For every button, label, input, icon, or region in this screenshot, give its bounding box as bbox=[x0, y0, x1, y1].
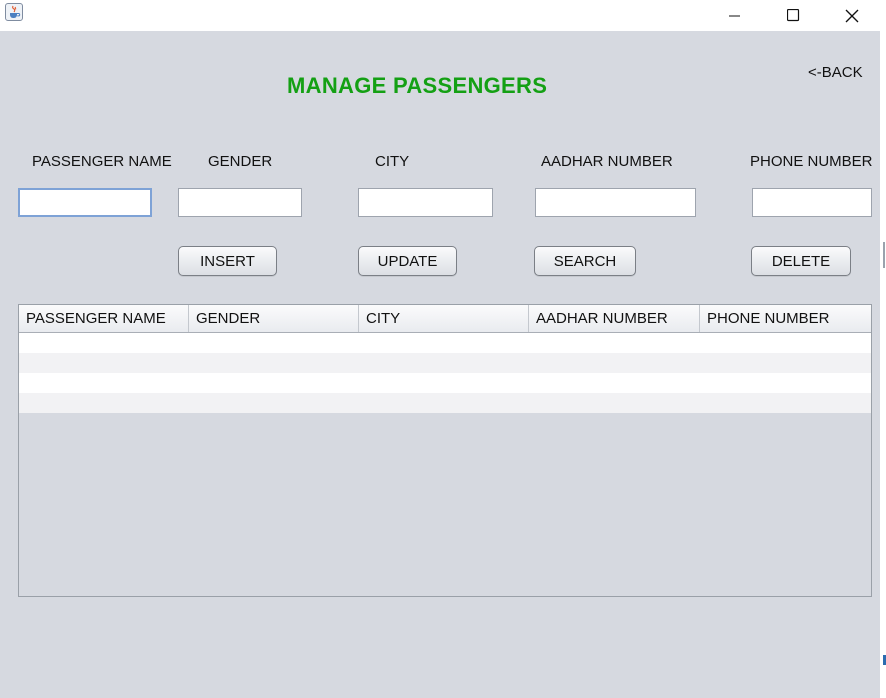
table-cell[interactable] bbox=[359, 333, 529, 353]
window-edge bbox=[880, 31, 886, 698]
table-cell[interactable] bbox=[700, 333, 871, 353]
close-button[interactable] bbox=[829, 0, 875, 31]
column-header-phone-number[interactable]: PHONE NUMBER bbox=[700, 305, 871, 332]
table-cell[interactable] bbox=[19, 353, 189, 373]
column-header-city[interactable]: CITY bbox=[359, 305, 529, 332]
edge-mark bbox=[883, 242, 885, 268]
phone-number-label: PHONE NUMBER bbox=[750, 153, 873, 170]
passenger-name-input[interactable] bbox=[18, 188, 152, 217]
table-row[interactable] bbox=[19, 393, 871, 413]
phone-number-input[interactable] bbox=[752, 188, 872, 217]
close-icon bbox=[845, 9, 859, 22]
column-header-passenger-name[interactable]: PASSENGER NAME bbox=[19, 305, 189, 332]
java-cup-icon bbox=[5, 3, 23, 21]
maximize-button[interactable] bbox=[770, 0, 816, 31]
back-link[interactable]: <-BACK bbox=[808, 64, 863, 81]
aadhar-number-input[interactable] bbox=[535, 188, 696, 217]
table-cell[interactable] bbox=[700, 373, 871, 393]
maximize-icon bbox=[786, 9, 799, 22]
table-cell[interactable] bbox=[19, 393, 189, 413]
city-label: CITY bbox=[375, 153, 410, 170]
delete-button[interactable]: DELETE bbox=[751, 246, 851, 276]
table-cell[interactable] bbox=[529, 333, 700, 353]
passengers-table[interactable]: PASSENGER NAME GENDER CITY AADHAR NUMBER… bbox=[18, 304, 872, 597]
table-cell[interactable] bbox=[529, 393, 700, 413]
minimize-icon bbox=[729, 15, 740, 16]
table-cell[interactable] bbox=[19, 333, 189, 353]
table-cell[interactable] bbox=[189, 393, 359, 413]
city-input[interactable] bbox=[358, 188, 493, 217]
search-button[interactable]: SEARCH bbox=[534, 246, 636, 276]
table-cell[interactable] bbox=[189, 373, 359, 393]
gender-label: GENDER bbox=[208, 153, 273, 170]
table-row[interactable] bbox=[19, 353, 871, 373]
passenger-name-label: PASSENGER NAME bbox=[32, 153, 172, 170]
table-row[interactable] bbox=[19, 333, 871, 353]
table-cell[interactable] bbox=[359, 393, 529, 413]
update-button[interactable]: UPDATE bbox=[358, 246, 457, 276]
table-row[interactable] bbox=[19, 373, 871, 393]
table-body bbox=[19, 333, 871, 413]
aadhar-number-label: AADHAR NUMBER bbox=[541, 153, 673, 170]
table-cell[interactable] bbox=[529, 353, 700, 373]
table-cell[interactable] bbox=[359, 373, 529, 393]
table-cell[interactable] bbox=[700, 393, 871, 413]
table-header: PASSENGER NAME GENDER CITY AADHAR NUMBER… bbox=[19, 305, 871, 333]
table-cell[interactable] bbox=[529, 373, 700, 393]
table-cell[interactable] bbox=[189, 333, 359, 353]
window-titlebar bbox=[0, 0, 886, 31]
table-cell[interactable] bbox=[359, 353, 529, 373]
table-cell[interactable] bbox=[19, 373, 189, 393]
column-header-gender[interactable]: GENDER bbox=[189, 305, 359, 332]
insert-button[interactable]: INSERT bbox=[178, 246, 277, 276]
gender-input[interactable] bbox=[178, 188, 302, 217]
column-header-aadhar-number[interactable]: AADHAR NUMBER bbox=[529, 305, 700, 332]
page-title: MANAGE PASSENGERS bbox=[287, 73, 548, 98]
table-cell[interactable] bbox=[700, 353, 871, 373]
table-cell[interactable] bbox=[189, 353, 359, 373]
minimize-button[interactable] bbox=[712, 0, 758, 31]
